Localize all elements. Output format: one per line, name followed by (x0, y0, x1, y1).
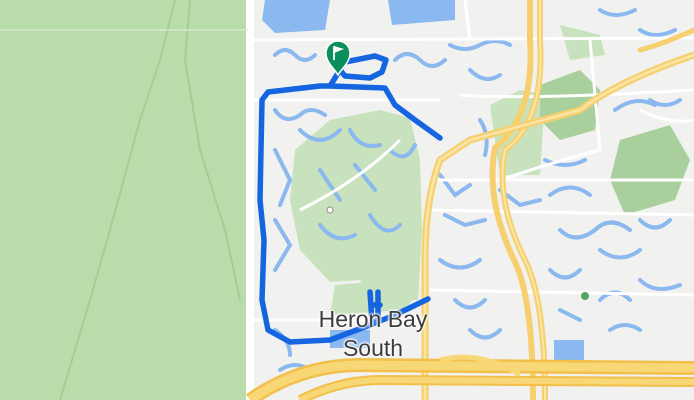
water-pond (554, 340, 584, 362)
map-view[interactable]: Heron Bay South (0, 0, 694, 400)
road-western (246, 0, 254, 400)
map-canvas[interactable] (0, 0, 694, 400)
nature-preserve (0, 0, 248, 400)
poi-marker[interactable] (326, 206, 334, 214)
water-lake (262, 0, 330, 33)
poi-park-icon[interactable] (581, 292, 589, 300)
